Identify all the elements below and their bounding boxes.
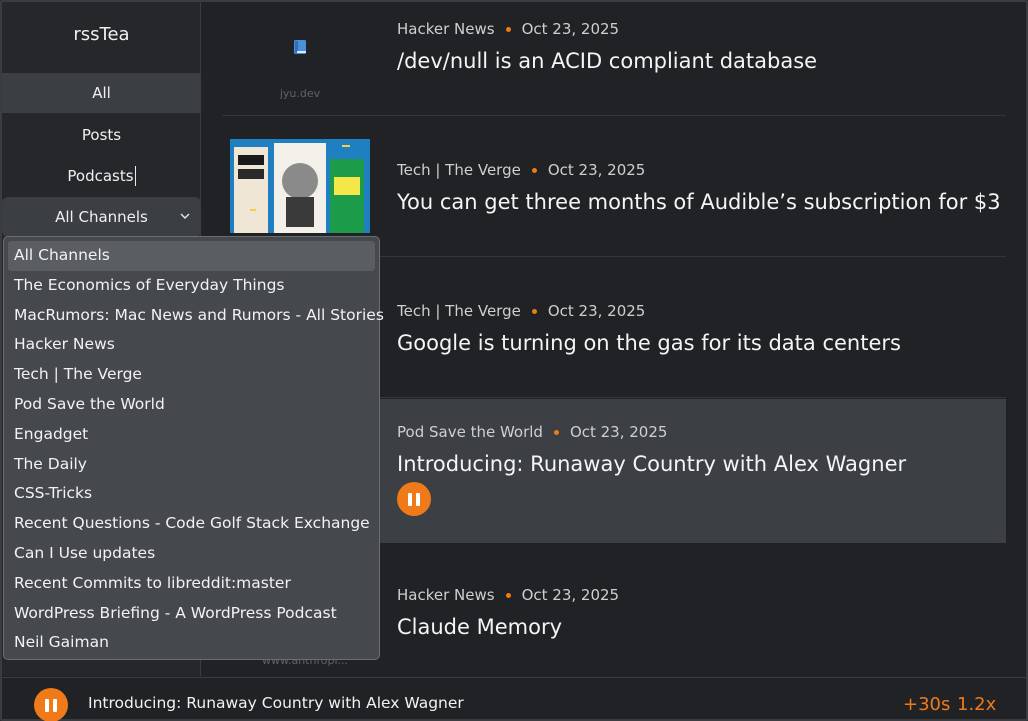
- text-caret: [134, 166, 136, 186]
- item-meta: Hacker News Oct 23, 2025: [397, 586, 619, 604]
- item-thumbnail: jyu.dev: [230, 10, 370, 104]
- separator-dot: [531, 167, 537, 173]
- dropdown-option[interactable]: Can I Use updates: [8, 539, 375, 569]
- site-name: jyu.dev: [279, 87, 321, 100]
- channel-select-value: All Channels: [55, 208, 148, 226]
- item-date: Oct 23, 2025: [521, 586, 620, 604]
- item-date: Oct 23, 2025: [547, 302, 646, 320]
- item-title[interactable]: You can get three months of Audible’s su…: [397, 190, 1001, 214]
- dropdown-option[interactable]: Recent Commits to libreddit:master: [8, 569, 375, 599]
- player-bar: Introducing: Runaway Country with Alex W…: [2, 677, 1026, 721]
- item-source: Tech | The Verge: [397, 302, 521, 320]
- separator-dot: [553, 429, 559, 435]
- nav-item-podcasts-label: Podcasts: [67, 167, 134, 185]
- books-image: [230, 139, 370, 233]
- skip-forward-button[interactable]: +30s: [903, 694, 950, 715]
- item-source: Hacker News: [397, 586, 495, 604]
- dropdown-option[interactable]: CSS-Tricks: [8, 479, 375, 509]
- item-title[interactable]: Introducing: Runaway Country with Alex W…: [397, 452, 906, 476]
- dropdown-option[interactable]: Engadget: [8, 420, 375, 450]
- chevron-down-icon: [180, 213, 190, 219]
- nav-item-podcasts[interactable]: Podcasts: [2, 156, 201, 196]
- item-date: Oct 23, 2025: [547, 161, 646, 179]
- separator-dot: [531, 308, 537, 314]
- player-track-title: Introducing: Runaway Country with Alex W…: [88, 694, 464, 712]
- item-meta: Tech | The Verge Oct 23, 2025: [397, 161, 645, 179]
- dropdown-option[interactable]: Recent Questions - Code Golf Stack Excha…: [8, 509, 375, 539]
- feed-item[interactable]: jyu.dev Hacker News Oct 23, 2025 /dev/nu…: [222, 2, 1006, 116]
- pause-icon: [408, 492, 420, 506]
- playback-speed-button[interactable]: 1.2x: [957, 694, 996, 715]
- item-date: Oct 23, 2025: [521, 20, 620, 38]
- pause-icon: [45, 698, 57, 712]
- item-thumbnail: [230, 139, 370, 233]
- item-title[interactable]: Claude Memory: [397, 615, 562, 639]
- dropdown-option[interactable]: WordPress Briefing - A WordPress Podcast: [8, 599, 375, 629]
- item-source: Pod Save the World: [397, 423, 543, 441]
- dropdown-option[interactable]: All Channels: [8, 241, 375, 271]
- separator-dot: [505, 592, 511, 598]
- app-title: rssTea: [73, 24, 130, 45]
- separator-dot: [505, 26, 511, 32]
- nav-item-posts[interactable]: Posts: [2, 115, 201, 155]
- item-meta: Hacker News Oct 23, 2025: [397, 20, 619, 38]
- item-meta: Pod Save the World Oct 23, 2025: [397, 423, 667, 441]
- nav-item-all[interactable]: All: [2, 73, 201, 113]
- item-title[interactable]: /dev/null is an ACID compliant database: [397, 49, 817, 73]
- dropdown-option[interactable]: Pod Save the World: [8, 390, 375, 420]
- channel-select[interactable]: All Channels: [2, 197, 201, 237]
- player-pause-button[interactable]: [34, 688, 68, 721]
- item-source: Hacker News: [397, 20, 495, 38]
- dropdown-option[interactable]: Hacker News: [8, 330, 375, 360]
- dropdown-option[interactable]: The Daily: [8, 450, 375, 480]
- dropdown-option[interactable]: Neil Gaiman: [8, 628, 375, 658]
- dropdown-option[interactable]: The Economics of Everyday Things: [8, 271, 375, 301]
- item-date: Oct 23, 2025: [569, 423, 668, 441]
- pause-button[interactable]: [397, 482, 431, 516]
- item-title[interactable]: Google is turning on the gas for its dat…: [397, 331, 901, 355]
- dropdown-option[interactable]: Tech | The Verge: [8, 360, 375, 390]
- dropdown-option[interactable]: MacRumors: Mac News and Rumors - All Sto…: [8, 301, 384, 331]
- book-icon: [294, 40, 306, 54]
- item-meta: Tech | The Verge Oct 23, 2025: [397, 302, 645, 320]
- channel-dropdown-list: All Channels The Economics of Everyday T…: [3, 236, 384, 660]
- item-source: Tech | The Verge: [397, 161, 521, 179]
